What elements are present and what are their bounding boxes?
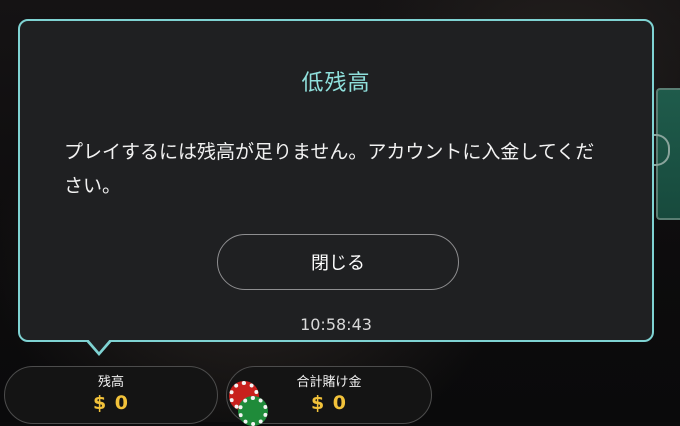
- dialog-message: プレイするには残高が足りません。アカウントに入金してください。: [64, 141, 595, 197]
- total-bet-label: 合計賭け金: [296, 375, 362, 390]
- clock-time: 10:58:43: [300, 315, 372, 334]
- balance-display[interactable]: 残高 $ 0: [4, 366, 218, 424]
- balance-value: $ 0: [92, 392, 130, 414]
- balance-label: 残高: [97, 375, 124, 390]
- total-bet-value: $ 0: [310, 392, 348, 414]
- close-button[interactable]: 閉じる: [217, 234, 459, 290]
- dialog-pointer-arrow-fill: [87, 338, 111, 352]
- dialog-title: 低残高: [301, 71, 371, 96]
- low-balance-dialog: 低残高 プレイするには残高が足りません。アカウントに入金してください。 閉じる …: [18, 19, 654, 342]
